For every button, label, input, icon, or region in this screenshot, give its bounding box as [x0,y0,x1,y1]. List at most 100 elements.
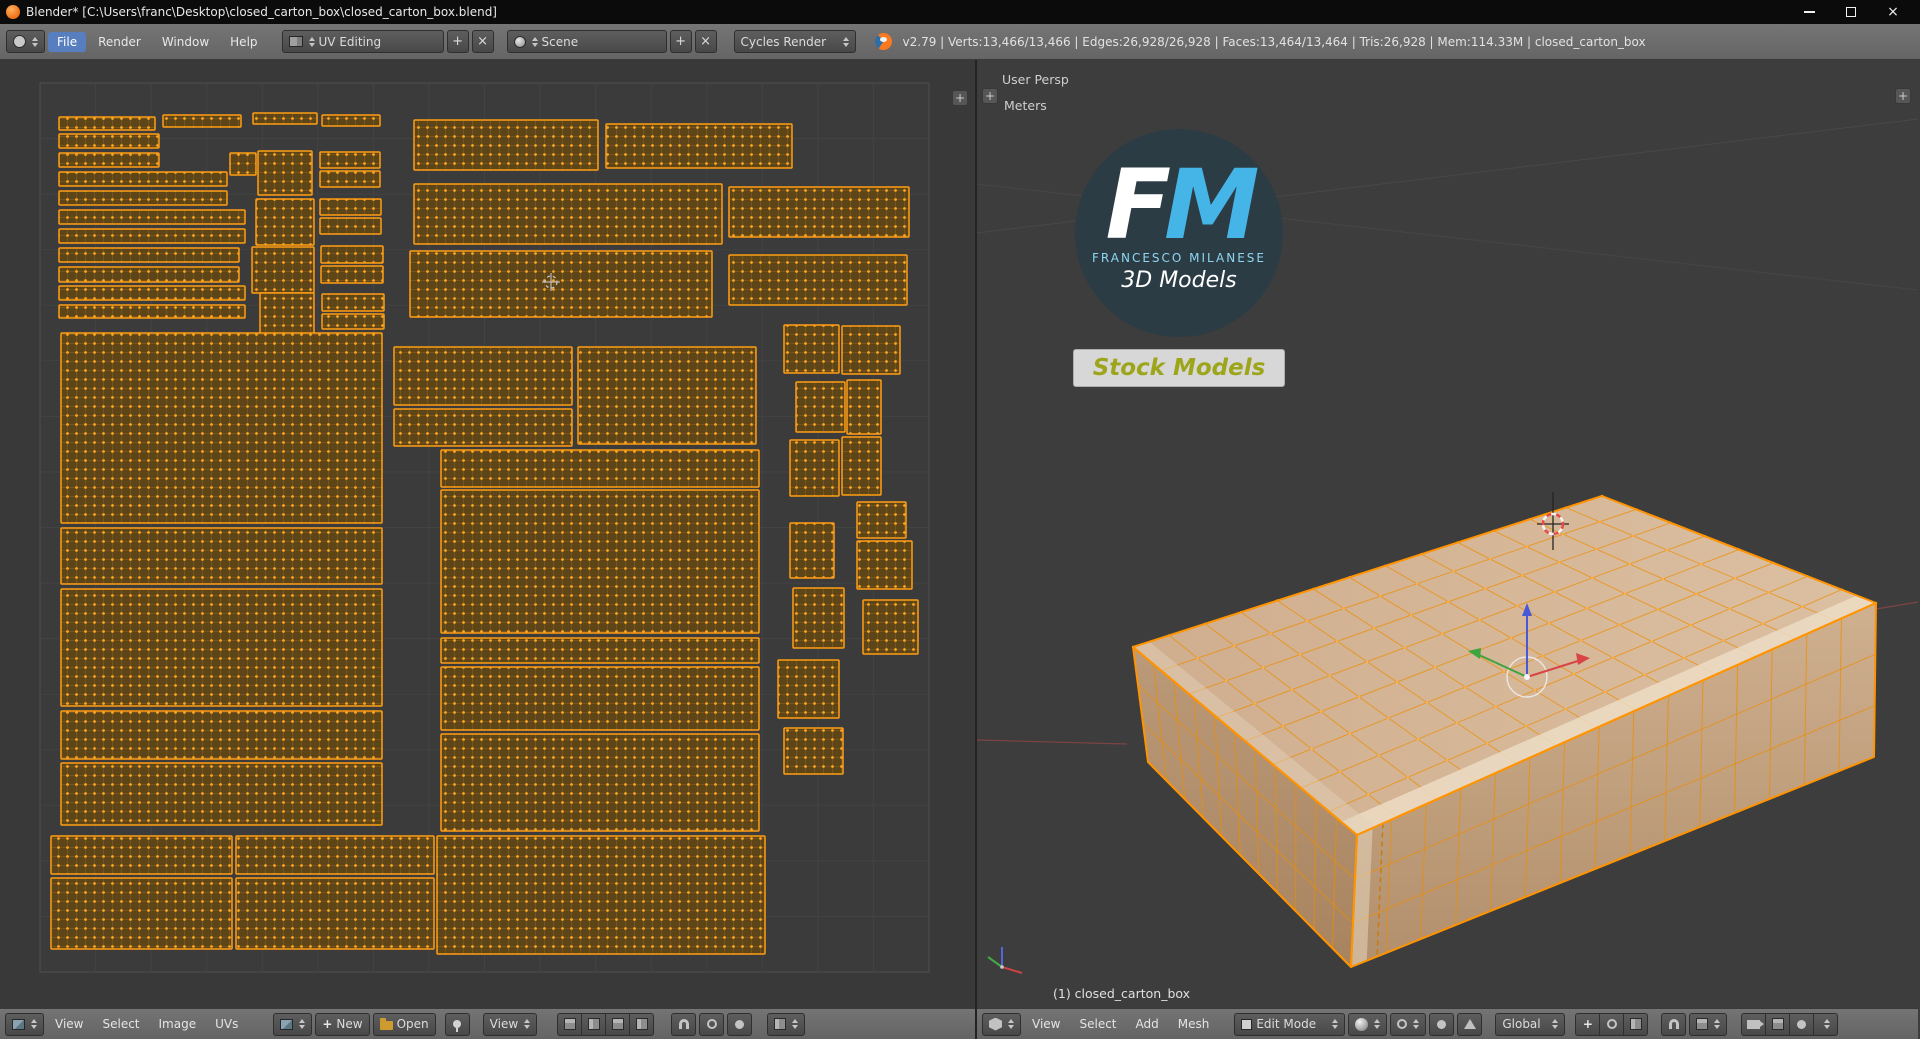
uv-island[interactable] [841,325,901,375]
uv-island[interactable] [60,710,383,760]
uv-island[interactable] [577,346,757,445]
uv-display-toggle-4[interactable] [629,1012,655,1036]
uv-sync-select-button[interactable] [727,1012,753,1036]
viewport-shading-selector[interactable] [1348,1012,1388,1036]
uv-display-toggle-3[interactable] [605,1012,631,1036]
panel-expand-tab[interactable]: + [1895,88,1911,104]
uv-island[interactable] [440,637,760,664]
uv-island[interactable] [259,292,315,336]
uv-snap-button[interactable] [671,1012,697,1036]
delete-scene-button[interactable]: × [694,30,717,53]
uv-island[interactable] [257,150,313,196]
uv-island[interactable] [58,209,246,225]
pin-toggle-button[interactable] [444,1012,470,1036]
add-layout-button[interactable]: + [446,30,469,53]
opengl-anim-render-button[interactable] [1765,1012,1791,1036]
pivot-point-selector[interactable] [1390,1012,1427,1036]
pivot-align-toggle[interactable] [1429,1012,1455,1036]
uv-menu-image[interactable]: Image [151,1015,205,1033]
uv-island[interactable] [728,254,908,306]
uv-island[interactable] [58,228,246,244]
uv-island[interactable] [795,381,846,433]
uv-view-dropdown[interactable]: View [482,1012,538,1036]
uv-island[interactable] [862,599,919,655]
orientation-selector[interactable]: Global [1495,1012,1566,1036]
uv-island[interactable] [58,247,240,263]
scale-manipulator-toggle[interactable] [1623,1012,1649,1036]
uv-island[interactable] [58,285,246,301]
image-browse-button[interactable] [273,1012,313,1036]
vp-menu-mesh[interactable]: Mesh [1170,1015,1218,1033]
uv-island[interactable] [58,190,228,206]
mode-selector[interactable]: Edit Mode [1234,1012,1346,1036]
add-scene-button[interactable]: + [669,30,692,53]
uv-island[interactable] [321,114,381,127]
uv-island[interactable] [58,133,160,149]
uv-island[interactable] [319,217,382,235]
uv-island[interactable] [251,246,315,294]
close-button[interactable]: × [1872,0,1914,24]
image-open-button[interactable]: Open [372,1012,436,1036]
uv-display-toggle-1[interactable] [557,1012,583,1036]
uv-select-mode-dropdown[interactable] [767,1012,806,1036]
scene-selector[interactable]: Scene [506,30,667,53]
uv-island[interactable] [321,293,385,312]
viewport-editor-type-button[interactable] [982,1012,1021,1036]
uv-island[interactable] [783,324,840,374]
uv-island[interactable] [255,198,315,246]
vp-menu-add[interactable]: Add [1128,1015,1167,1033]
extra-options-button[interactable] [1789,1012,1815,1036]
uv-island[interactable] [252,112,318,125]
uv-island[interactable] [440,449,760,488]
uv-display-toggle-2[interactable] [581,1012,607,1036]
uv-island[interactable] [440,666,760,731]
uv-menu-select[interactable]: Select [94,1015,147,1033]
uv-island[interactable] [409,250,713,318]
vp-menu-select[interactable]: Select [1071,1015,1124,1033]
uv-menu-view[interactable]: View [47,1015,91,1033]
uv-island[interactable] [235,835,435,875]
uv-island[interactable] [440,733,760,832]
panel-expand-tab[interactable]: + [982,88,998,104]
uv-island[interactable] [320,245,384,264]
menu-render[interactable]: Render [89,32,150,52]
rotate-manipulator-toggle[interactable] [1599,1012,1625,1036]
uv-island[interactable] [60,332,383,524]
panel-expand-tab[interactable]: + [952,90,968,106]
uv-island[interactable] [413,183,723,245]
uv-island[interactable] [856,501,907,539]
vp-menu-view[interactable]: View [1024,1015,1068,1033]
uv-island[interactable] [856,540,913,590]
uv-island[interactable] [728,186,910,238]
uv-island[interactable] [783,727,844,775]
uv-island[interactable] [440,489,760,634]
screen-layout-selector[interactable]: UV Editing [281,30,444,53]
mirror-toggle[interactable] [1457,1012,1483,1036]
menu-help[interactable]: Help [221,32,266,52]
uv-island[interactable] [393,346,573,406]
uv-island[interactable] [60,527,383,585]
uv-island[interactable] [320,265,384,284]
info-editor-type-button[interactable] [6,30,45,53]
uv-island[interactable] [58,304,246,319]
uv-island[interactable] [50,835,233,875]
uv-island[interactable] [777,659,840,719]
uv-island[interactable] [235,877,435,950]
delete-layout-button[interactable]: × [471,30,494,53]
opengl-render-button[interactable] [1741,1012,1767,1036]
uv-island[interactable] [60,588,383,707]
uv-island[interactable] [789,439,840,497]
uv-island[interactable] [162,114,242,128]
uv-menu-uvs[interactable]: UVs [207,1015,246,1033]
uv-island[interactable] [321,313,385,330]
uv-island[interactable] [58,152,160,168]
uv-island[interactable] [58,171,228,187]
image-new-button[interactable]: + New [315,1012,370,1036]
snap-toggle[interactable] [1661,1012,1687,1036]
snap-element-selector[interactable] [1689,1012,1728,1036]
uv-island[interactable] [436,835,766,955]
maximize-button[interactable] [1830,0,1872,24]
uv-canvas[interactable] [0,60,975,1008]
uv-island[interactable] [319,170,381,188]
uv-island[interactable] [58,266,240,283]
